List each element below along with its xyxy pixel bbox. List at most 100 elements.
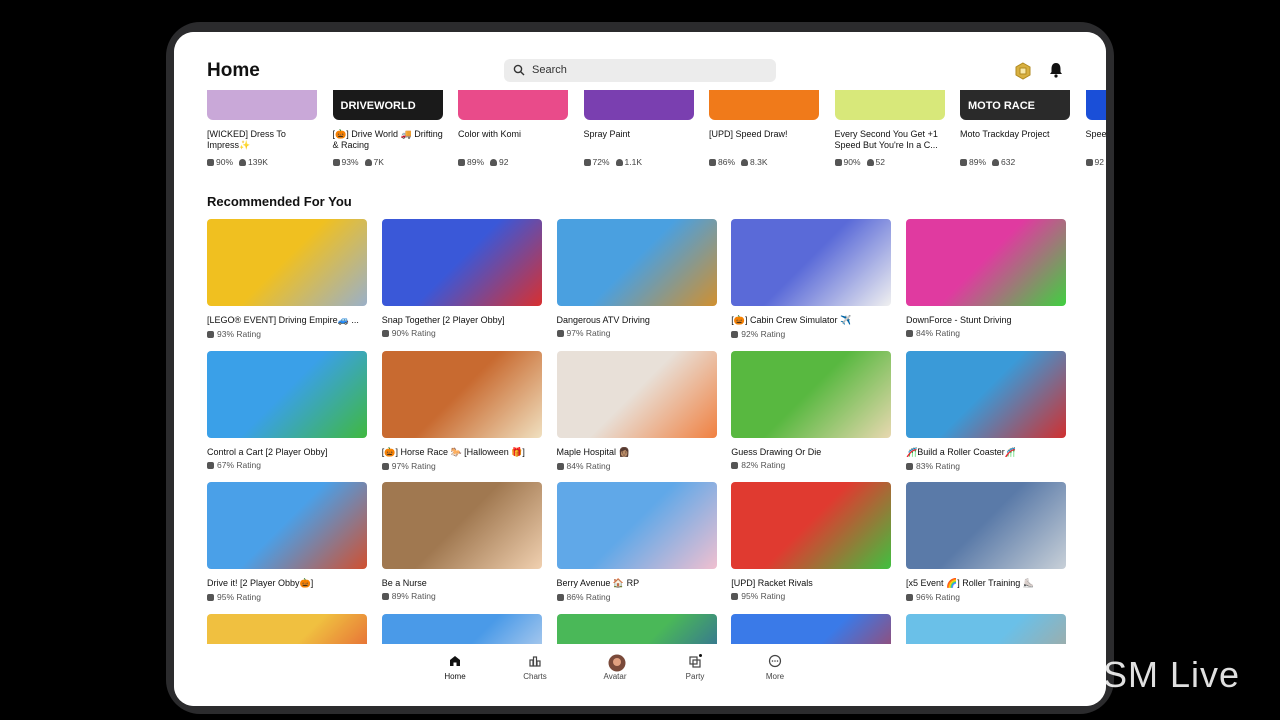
game-thumbnail <box>731 219 892 306</box>
players-icon <box>239 159 247 166</box>
game-rating: 89% <box>969 157 987 167</box>
game-card[interactable]: Snap Together [2 Player Obby] 90% Rating <box>381 219 542 338</box>
game-rating: 89% <box>467 157 485 167</box>
top-game-card[interactable]: Every Second You Get +1 Speed But You're… <box>834 90 945 167</box>
thumbs-up-icon <box>556 330 564 337</box>
game-thumbnail <box>556 482 717 569</box>
rating-text: 82% Rating <box>741 459 786 470</box>
top-game-card[interactable]: [WICKED] Dress To Impress✨ 90% 139K <box>207 90 317 167</box>
nav-home[interactable]: Home <box>430 654 480 681</box>
game-name: [🎃] Cabin Crew Simulator ✈️ <box>731 315 852 325</box>
game-rating: 96% Rating <box>906 592 1066 602</box>
notification-bell-icon[interactable] <box>1048 61 1064 79</box>
top-game-card[interactable]: [UPD] Speed Draw! 86% 8.3K <box>709 90 819 167</box>
game-stats: 90% 139K <box>207 157 268 167</box>
thumbs-up-icon <box>834 159 842 166</box>
players-icon <box>866 159 874 166</box>
nav-party[interactable]: Party <box>670 654 720 681</box>
game-card[interactable]: Drive it! [2 Player Obby🎃] 95% Rating <box>207 482 367 602</box>
game-thumbnail <box>583 90 694 120</box>
rating-text: 96% Rating <box>916 592 960 602</box>
game-stats: 86% 8.3K <box>709 157 768 167</box>
avatar-icon <box>608 654 626 672</box>
game-name: Snap Together [2 Player Obby] <box>381 315 505 325</box>
game-card[interactable]: [🎃] Cabin Crew Simulator ✈️ 92% Rating <box>731 219 892 339</box>
game-players: 632 <box>1001 157 1016 167</box>
game-name: Dangerous ATV Driving <box>556 315 650 325</box>
game-rating: 90% <box>843 157 861 167</box>
game-thumbnail <box>207 90 317 120</box>
game-card[interactable]: DownForce - Stunt Driving 84% Rating <box>906 219 1066 338</box>
page-title: Home <box>207 60 260 81</box>
game-card[interactable]: Maple Hospital 👩🏽 84% Rating <box>556 350 717 471</box>
rating-text: 89% Rating <box>391 591 436 601</box>
game-rating: 84% Rating <box>556 461 717 471</box>
nav-label: Home <box>444 672 466 681</box>
game-card[interactable]: Berry Avenue 🏠 RP 86% Rating <box>556 482 717 602</box>
players-icon <box>615 159 623 166</box>
thumbs-up-icon <box>906 594 913 601</box>
top-game-card[interactable]: DRIVEWORLD [🎃] Drive World 🚚 Drifting & R… <box>332 90 443 167</box>
top-game-card[interactable]: MOTO RACE Moto Trackday Project 89% 632 <box>960 90 1070 167</box>
game-name: Spray Paint <box>583 129 631 139</box>
robux-icon[interactable] <box>1014 62 1032 80</box>
top-game-card[interactable]: Color with Komi 89% 92 <box>458 90 568 167</box>
rating-text: 97% Rating <box>391 460 436 471</box>
game-card[interactable]: [x5 Event 🌈] Roller Training ⛸️ 96% Ratin… <box>906 482 1066 602</box>
game-card[interactable]: Be a Nurse 89% Rating <box>381 482 542 601</box>
game-name: Guess Drawing Or Die <box>731 446 822 457</box>
thumbs-up-icon <box>906 462 913 470</box>
game-thumbnail <box>207 219 367 306</box>
game-players: 139K <box>248 157 268 167</box>
game-rating: 90% Rating <box>381 328 542 338</box>
game-card[interactable]: Control a Cart [2 Player Obby] 67% Rating <box>207 350 367 470</box>
game-thumbnail <box>207 482 367 569</box>
game-name: Be a Nurse <box>381 578 427 588</box>
game-thumbnail <box>381 482 542 569</box>
top-game-card[interactable]: Speed Grav 92 <box>1085 90 1106 167</box>
game-rating: 92% Rating <box>731 329 891 339</box>
game-name: Maple Hospital 👩🏽 <box>556 446 630 457</box>
thumbs-up-icon <box>731 331 739 338</box>
top-game-card[interactable]: Spray Paint 72% 1.1K <box>583 90 694 167</box>
game-rating: 90% <box>216 157 234 167</box>
rating-text: 97% Rating <box>566 328 611 338</box>
game-card[interactable]: [🎃] Horse Race 🐎 [Halloween 🎁] 97% Rating <box>381 350 542 471</box>
game-card[interactable]: [LEGO® EVENT] Driving Empire🚙 ... 93% Rat… <box>207 219 367 339</box>
game-rating: 97% Rating <box>381 460 542 471</box>
game-card[interactable]: Dangerous ATV Driving 97% Rating <box>556 219 717 338</box>
nav-label: Party <box>685 672 705 681</box>
game-thumbnail <box>458 90 568 120</box>
game-name: [LEGO® EVENT] Driving Empire🚙 ... <box>207 315 359 325</box>
prism-live-watermark: PRISM Live <box>984 654 1240 696</box>
game-rating: 83% Rating <box>906 461 1066 471</box>
top-bar: Home Search <box>174 32 1106 90</box>
thumbs-up-icon <box>906 330 913 337</box>
game-thumbnail <box>381 219 542 306</box>
game-name: Control a Cart [2 Player Obby] <box>207 446 328 457</box>
thumbs-up-icon <box>381 462 389 470</box>
game-thumbnail <box>381 350 542 438</box>
thumbs-up-icon <box>731 461 739 469</box>
game-name: Every Second You Get +1 Speed But You're… <box>834 129 938 150</box>
game-thumbnail <box>906 482 1066 569</box>
game-card[interactable]: 🎢Build a Roller Coaster🎢 83% Rating <box>906 350 1066 471</box>
game-thumbnail: MOTO RACE <box>960 90 1070 120</box>
game-thumbnail <box>207 350 367 438</box>
game-name: [UPD] Racket Rivals <box>731 578 813 588</box>
thumbs-up-icon <box>1085 159 1093 166</box>
rating-text: 93% Rating <box>217 329 261 339</box>
game-card[interactable]: Guess Drawing Or Die 82% Rating <box>731 350 892 470</box>
game-thumbnail <box>556 350 717 438</box>
game-card[interactable]: [UPD] Racket Rivals 95% Rating <box>731 482 892 601</box>
game-logo: DRIVEWORLD <box>340 100 416 112</box>
search-input[interactable]: Search <box>504 59 776 82</box>
game-name: Speed Grav <box>1085 129 1107 139</box>
nav-charts[interactable]: Charts <box>510 654 560 681</box>
nav-more[interactable]: More <box>750 654 800 681</box>
nav-avatar[interactable]: Avatar <box>590 654 640 681</box>
players-icon <box>741 159 749 166</box>
game-name: Moto Trackday Project <box>960 129 1050 139</box>
game-stats: 89% 92 <box>458 157 508 167</box>
game-rating: 97% Rating <box>556 328 717 338</box>
